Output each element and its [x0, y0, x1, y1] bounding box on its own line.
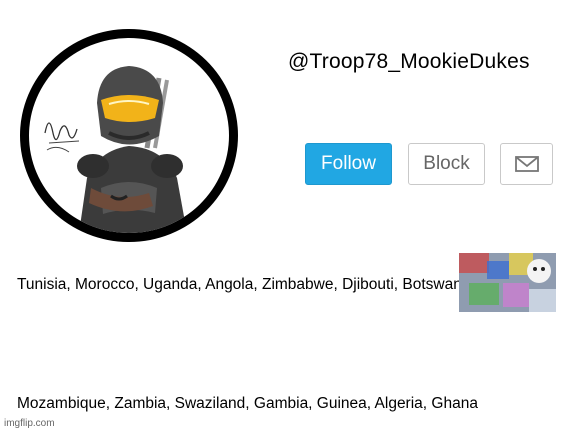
follow-button[interactable]: Follow [305, 143, 392, 185]
armored-soldier-avatar-icon [44, 66, 187, 233]
envelope-icon [514, 156, 539, 172]
profile-avatar [20, 29, 238, 242]
sticker-image [459, 253, 556, 312]
country-list-line-2: Mozambique, Zambia, Swaziland, Gambia, G… [17, 395, 478, 412]
block-button[interactable]: Block [408, 143, 485, 185]
message-button[interactable] [500, 143, 553, 185]
profile-handle: @Troop78_MookieDukes [288, 50, 530, 73]
imgflip-watermark: imgflip.com [4, 418, 55, 429]
country-list-line-1: Tunisia, Morocco, Uganda, Angola, Zimbab… [17, 276, 475, 293]
colorful-sticker-icon [459, 253, 556, 312]
